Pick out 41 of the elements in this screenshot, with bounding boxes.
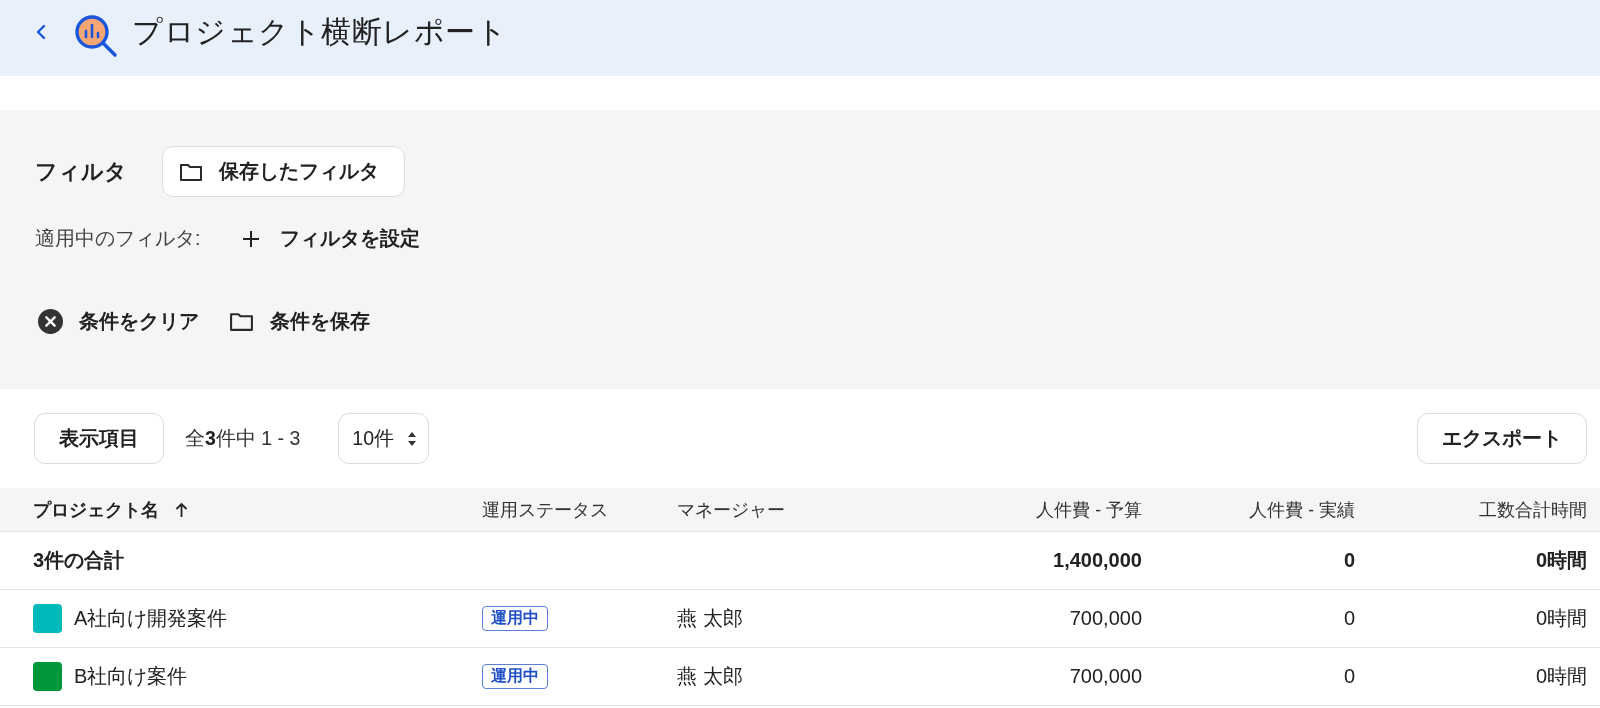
chevron-left-icon	[36, 24, 46, 40]
table-cell-text: 0時間	[1535, 548, 1587, 573]
project-name[interactable]: A社向け開発案件	[74, 605, 228, 632]
table-cell-text: 燕 太郎	[677, 606, 743, 631]
table-cell: 700,000	[1069, 607, 1142, 630]
column-header[interactable]: 人件費 - 実績	[1249, 497, 1355, 522]
plus-icon	[242, 229, 260, 248]
column-header[interactable]: 運用ステータス	[482, 497, 608, 522]
total-label: 3件の合計	[33, 548, 125, 573]
page-size-select[interactable]: 10件	[338, 413, 430, 464]
export-button[interactable]: エクスポート	[1417, 413, 1587, 464]
table-cell: 0	[1343, 607, 1355, 630]
sort-up-arrow-icon[interactable]	[175, 501, 188, 518]
table-cell: 0	[1343, 665, 1355, 688]
column-header[interactable]: マネージャー	[677, 497, 785, 522]
table-cell: 1,400,000	[1053, 549, 1142, 572]
add-filter-button[interactable]: フィルタを設定	[239, 221, 423, 256]
applied-filters-label: 適用中のフィルタ:	[35, 226, 202, 251]
chart-magnifier-icon	[74, 14, 118, 58]
table-cell-text: 0時間	[1535, 664, 1587, 689]
table-cell-text: 燕 太郎	[677, 664, 743, 689]
column-header[interactable]: 人件費 - 予算	[1036, 497, 1142, 522]
status-badge: 運用中	[482, 664, 548, 689]
folder-icon	[229, 311, 254, 332]
folder-icon	[179, 161, 203, 182]
display-columns-button[interactable]: 表示項目	[34, 413, 164, 464]
save-conditions-button[interactable]: 条件を保存	[226, 304, 373, 339]
table-cell-text: 0時間	[1535, 606, 1587, 631]
table-cell: 0	[1343, 549, 1355, 572]
status-badge: 運用中	[482, 606, 548, 631]
column-header[interactable]: 工数合計時間	[1479, 497, 1587, 522]
page-title: プロジェクト横断レポート	[132, 14, 507, 50]
result-count: 全3件中 1 - 3	[185, 426, 301, 451]
clear-conditions-button[interactable]: 条件をクリア	[35, 304, 202, 339]
filter-label: フィルタ	[35, 157, 128, 186]
column-header[interactable]: プロジェクト名	[33, 497, 159, 522]
close-circle-icon	[38, 309, 63, 334]
saved-filters-button[interactable]: 保存したフィルタ	[162, 146, 405, 197]
project-name[interactable]: B社向け案件	[74, 663, 188, 690]
table-cell: 700,000	[1069, 665, 1142, 688]
up-down-caret-icon	[408, 431, 417, 446]
